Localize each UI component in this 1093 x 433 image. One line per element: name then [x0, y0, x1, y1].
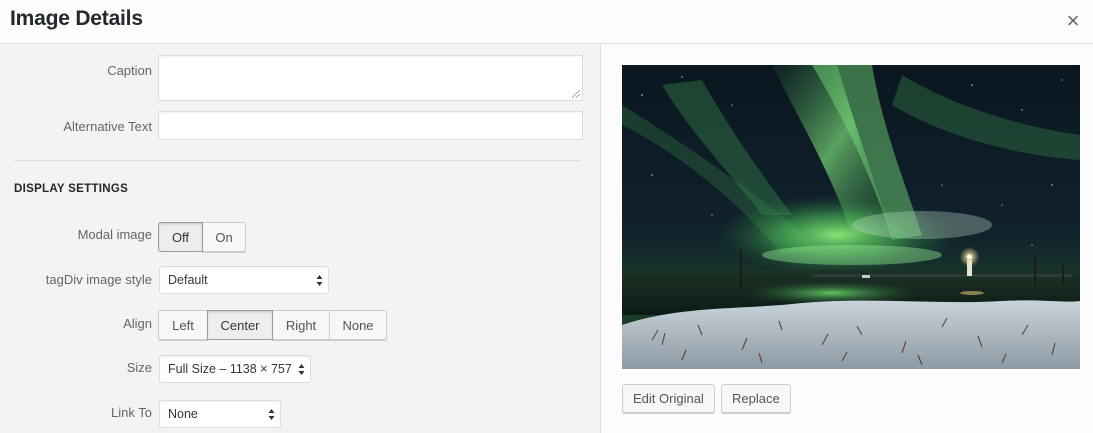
close-icon[interactable]: × [1061, 8, 1085, 33]
modal-header: Image Details × [0, 0, 1093, 44]
edit-original-button[interactable]: Edit Original [622, 384, 715, 413]
resize-grip-icon[interactable] [572, 90, 580, 98]
size-label: Size [126, 360, 152, 375]
modal-image-label: Modal image [77, 227, 152, 242]
size-select[interactable]: Full Size – 1138 × 757 [159, 355, 311, 383]
replace-button[interactable]: Replace [721, 384, 791, 413]
align-button-group: Left Center Right None [158, 310, 387, 340]
image-preview [622, 65, 1080, 369]
modal-image-toggle: Off On [158, 222, 246, 252]
caption-label: Caption [107, 63, 152, 78]
align-center-button[interactable]: Center [207, 310, 273, 340]
section-divider [14, 160, 581, 161]
select-arrows-icon [298, 363, 305, 376]
display-settings-heading: DISPLAY SETTINGS [14, 183, 129, 195]
alt-text-input[interactable] [158, 111, 583, 140]
select-arrows-icon [268, 408, 275, 421]
align-none-button[interactable]: None [329, 310, 387, 340]
align-right-button[interactable]: Right [272, 310, 330, 340]
image-style-select[interactable]: Default [159, 266, 329, 294]
align-label: Align [123, 316, 152, 331]
image-style-value: Default [168, 273, 208, 287]
image-style-label: tagDiv image style [45, 272, 152, 287]
select-arrows-icon [316, 274, 323, 287]
modal-title: Image Details [10, 7, 143, 30]
caption-textarea[interactable] [158, 55, 583, 101]
modal-image-off-button[interactable]: Off [158, 222, 203, 252]
alt-text-label: Alternative Text [63, 119, 152, 134]
link-to-select[interactable]: None [159, 400, 281, 428]
align-left-button[interactable]: Left [158, 310, 208, 340]
preview-panel: Edit Original Replace [602, 45, 1093, 433]
size-value: Full Size – 1138 × 757 [168, 362, 292, 376]
link-to-value: None [168, 407, 198, 421]
settings-panel: Caption Alternative Text DISPLAY SETTING… [0, 45, 601, 433]
link-to-label: Link To [111, 405, 152, 420]
aurora-photo [622, 65, 1080, 369]
modal-image-on-button[interactable]: On [202, 222, 246, 252]
